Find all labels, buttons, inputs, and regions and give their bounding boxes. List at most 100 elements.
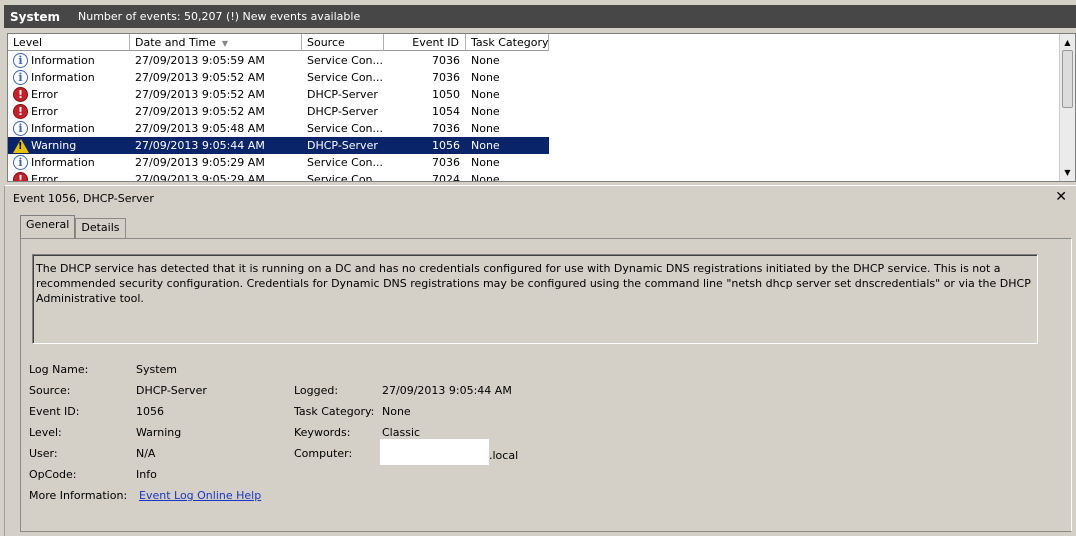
event-id-cell: 7024 xyxy=(432,173,460,182)
event-row[interactable]: i Information 27/09/2013 9:05:52 AM Service… xyxy=(8,69,549,86)
event-id-cell: 1056 xyxy=(432,139,460,152)
event-category-cell: None xyxy=(471,122,500,135)
opcode-label: OpCode: xyxy=(29,468,77,481)
event-source-cell: Service Con... xyxy=(307,173,384,182)
general-tab-panel: The DHCP service has detected that it is… xyxy=(20,238,1072,532)
event-log-online-help-link[interactable]: Event Log Online Help xyxy=(139,489,261,502)
info-icon: i xyxy=(13,121,28,136)
event-source-cell: DHCP-Server xyxy=(307,105,378,118)
scroll-down-arrow-icon[interactable]: ▼ xyxy=(1060,165,1075,180)
redacted-computer-name xyxy=(380,439,489,465)
event-count-label: Number of events: 50,207 (!) New events … xyxy=(78,10,361,23)
event-row[interactable]: i Information 27/09/2013 9:05:48 AM Service… xyxy=(8,120,549,137)
event-source-cell: DHCP-Server xyxy=(307,139,378,152)
event-source-cell: DHCP-Server xyxy=(307,88,378,101)
event-level-cell: i Information xyxy=(8,121,130,136)
info-icon: i xyxy=(13,53,28,68)
event-id-value: 1056 xyxy=(136,405,164,418)
event-level-text: Information xyxy=(31,122,95,135)
error-icon: ! xyxy=(13,87,28,102)
event-id-label: Event ID: xyxy=(29,405,80,418)
event-level-text: Error xyxy=(31,173,58,182)
event-date-cell: 27/09/2013 9:05:52 AM xyxy=(135,71,265,84)
event-level-text: Information xyxy=(31,54,95,67)
level-label: Level: xyxy=(29,426,62,439)
column-header-task-category[interactable]: Task Category xyxy=(466,34,549,51)
tab-details[interactable]: Details xyxy=(75,218,126,238)
event-id-cell: 7036 xyxy=(432,122,460,135)
log-header: System Number of events: 50,207 (!) New … xyxy=(4,5,1076,28)
event-level-text: Warning xyxy=(31,139,77,152)
user-label: User: xyxy=(29,447,58,460)
event-level-cell: ! Warning xyxy=(8,138,130,153)
tab-general[interactable]: General xyxy=(20,215,76,238)
event-id-cell: 7036 xyxy=(432,71,460,84)
column-header-source-label: Source xyxy=(307,36,345,49)
event-category-cell: None xyxy=(471,88,500,101)
event-date-cell: 27/09/2013 9:05:52 AM xyxy=(135,105,265,118)
source-value: DHCP-Server xyxy=(136,384,207,397)
event-level-text: Error xyxy=(31,105,58,118)
event-source-cell: Service Con... xyxy=(307,156,384,169)
event-id-cell: 7036 xyxy=(432,54,460,67)
keywords-label: Keywords: xyxy=(294,426,351,439)
scrollbar-thumb[interactable] xyxy=(1062,50,1073,108)
event-row[interactable]: ! Error 27/09/2013 9:05:52 AM DHCP-Server 10… xyxy=(8,103,549,120)
event-rows: i Information 27/09/2013 9:05:59 AM Service… xyxy=(8,52,549,182)
event-row[interactable]: ! Warning 27/09/2013 9:05:44 AM DHCP-Server… xyxy=(8,137,549,154)
column-header-source[interactable]: Source xyxy=(302,34,384,51)
event-date-cell: 27/09/2013 9:05:29 AM xyxy=(135,173,265,182)
computer-label: Computer: xyxy=(294,447,353,460)
event-source-cell: Service Con... xyxy=(307,54,384,67)
log-name-title: System xyxy=(10,9,60,24)
computer-value: .local xyxy=(380,439,518,465)
event-level-cell: ! Error xyxy=(8,172,130,182)
event-level-cell: ! Error xyxy=(8,87,130,102)
logged-value: 27/09/2013 9:05:44 AM xyxy=(382,384,512,397)
event-date-cell: 27/09/2013 9:05:48 AM xyxy=(135,122,265,135)
column-header-category-label: Task Category xyxy=(471,36,549,49)
event-level-cell: i Information xyxy=(8,70,130,85)
level-value: Warning xyxy=(136,426,182,439)
event-date-cell: 27/09/2013 9:05:59 AM xyxy=(135,54,265,67)
event-row[interactable]: i Information 27/09/2013 9:05:29 AM Service… xyxy=(8,154,549,171)
column-header-event-id[interactable]: Event ID xyxy=(384,34,466,51)
event-level-cell: ! Error xyxy=(8,104,130,119)
event-id-cell: 7036 xyxy=(432,156,460,169)
event-list-scrollbar[interactable]: ▲ ▼ xyxy=(1059,34,1075,181)
column-header-date-label: Date and Time xyxy=(135,36,216,49)
event-detail-pane: Event 1056, DHCP-Server ✕ General Detail… xyxy=(4,185,1076,536)
column-header-date[interactable]: Date and Time ▼ xyxy=(130,34,302,51)
error-icon: ! xyxy=(13,172,28,181)
event-id-cell: 1050 xyxy=(432,88,460,101)
event-category-cell: None xyxy=(471,105,500,118)
close-icon[interactable]: ✕ xyxy=(1055,189,1067,205)
event-source-cell: Service Con... xyxy=(307,71,384,84)
event-row[interactable]: i Information 27/09/2013 9:05:59 AM Service… xyxy=(8,52,549,69)
event-category-cell: None xyxy=(471,54,500,67)
info-icon: i xyxy=(13,70,28,85)
event-level-cell: i Information xyxy=(8,155,130,170)
event-category-cell: None xyxy=(471,139,500,152)
error-icon: ! xyxy=(13,104,28,119)
column-header-level-label: Level xyxy=(13,36,43,49)
user-value: N/A xyxy=(136,447,156,460)
task-category-value: None xyxy=(382,405,411,418)
logged-label: Logged: xyxy=(294,384,339,397)
keywords-value: Classic xyxy=(382,426,421,439)
event-level-text: Error xyxy=(31,88,58,101)
event-level-text: Information xyxy=(31,71,95,84)
sort-descending-icon: ▼ xyxy=(221,39,229,48)
task-category-label: Task Category: xyxy=(294,405,375,418)
event-row[interactable]: ! Error 27/09/2013 9:05:52 AM DHCP-Server 10… xyxy=(8,86,549,103)
source-label: Source: xyxy=(29,384,71,397)
column-header-level[interactable]: Level xyxy=(8,34,130,51)
scroll-up-arrow-icon[interactable]: ▲ xyxy=(1060,35,1075,50)
event-category-cell: None xyxy=(471,173,500,182)
event-level-text: Information xyxy=(31,156,95,169)
event-properties: Log Name: System Source: DHCP-Server Log… xyxy=(21,239,1071,529)
event-date-cell: 27/09/2013 9:05:52 AM xyxy=(135,88,265,101)
event-row[interactable]: ! Error 27/09/2013 9:05:29 AM Service Con..… xyxy=(8,171,549,182)
log-name-value: System xyxy=(136,363,178,376)
event-list[interactable]: Level Date and Time ▼ Source Event ID Tas… xyxy=(7,33,1076,182)
